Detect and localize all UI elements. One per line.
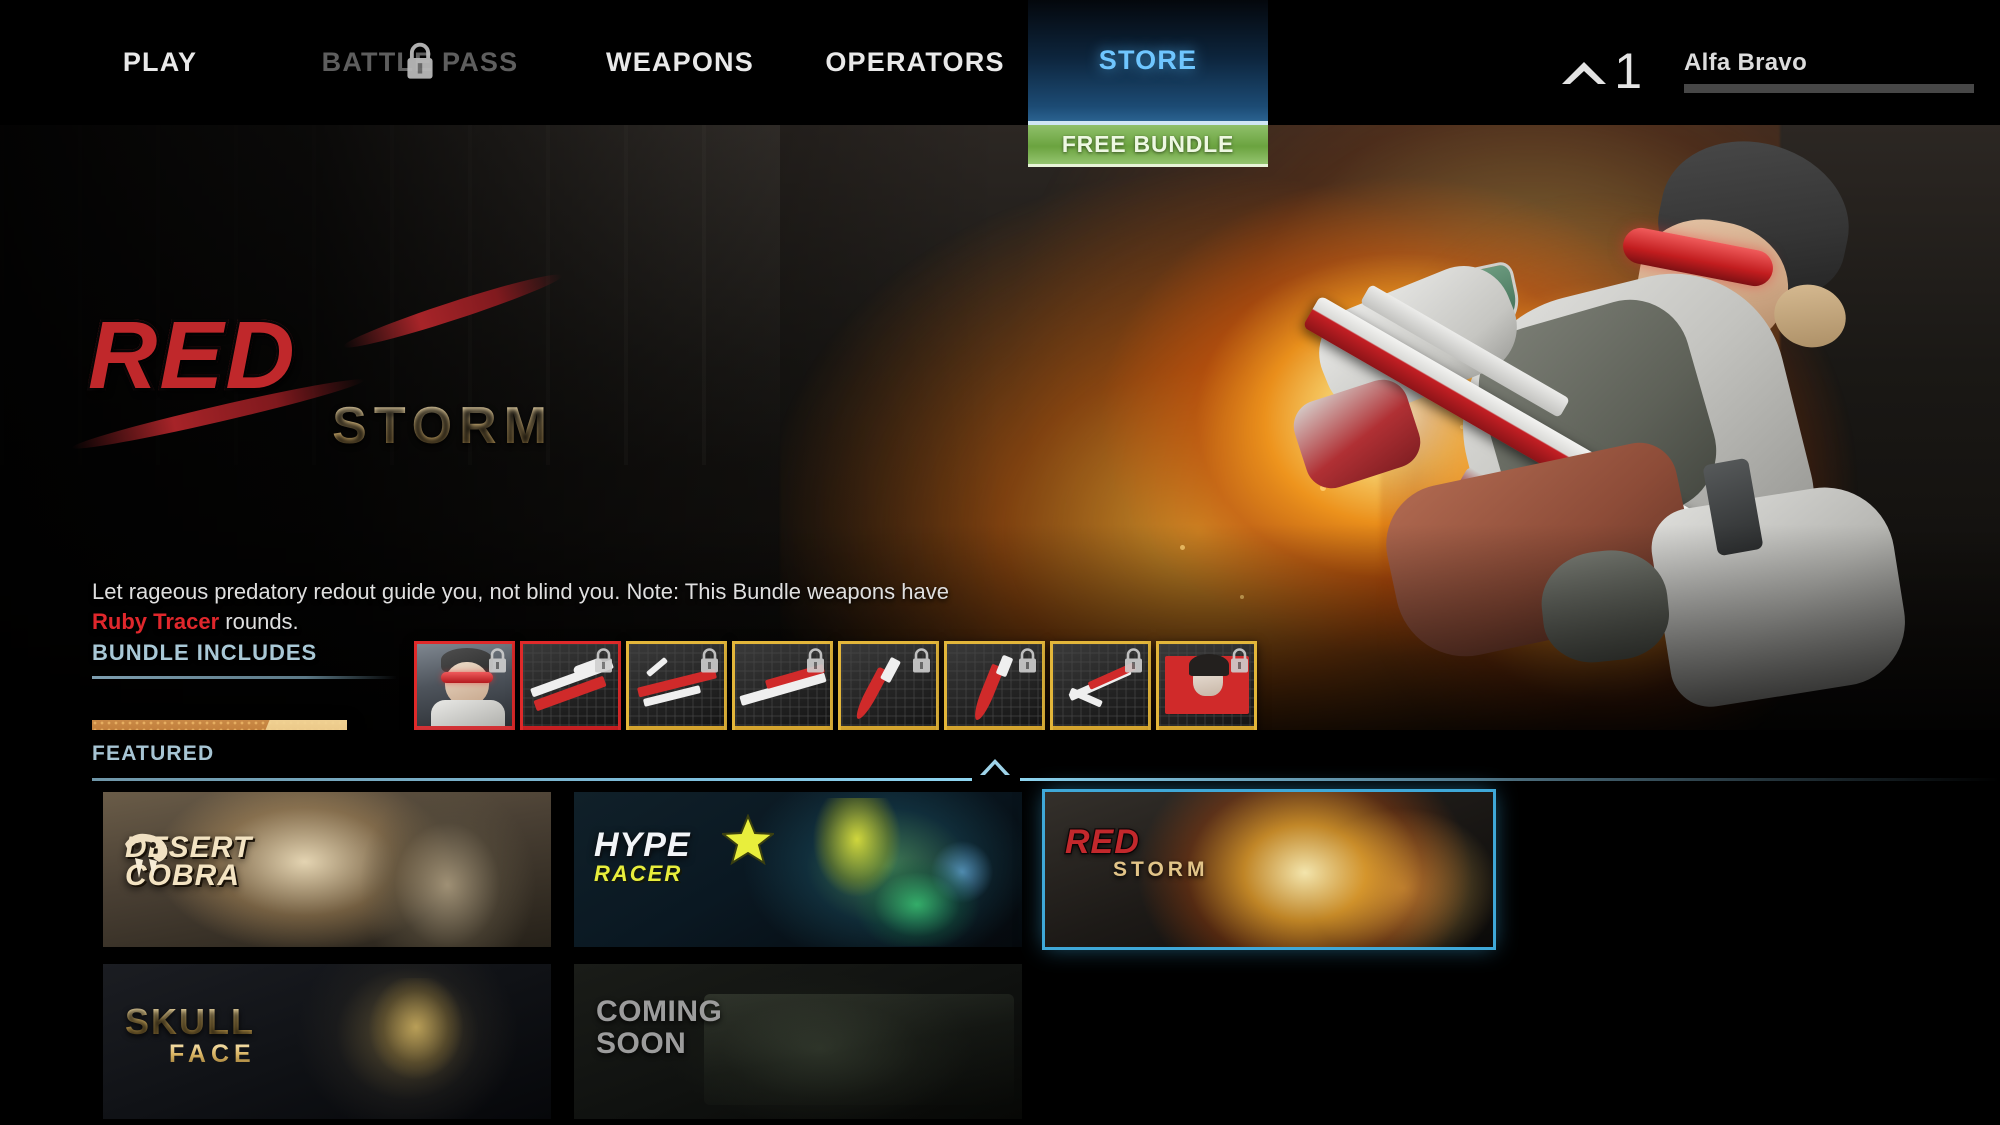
lock-icon <box>592 647 615 674</box>
featured-card-skull-face[interactable]: SKULL FACE <box>103 964 551 1119</box>
skull-face-title: SKULL FACE <box>125 1004 256 1069</box>
bundle-item-rarity-band <box>841 726 936 730</box>
lock-icon <box>595 648 612 673</box>
bundle-item-smg-skin[interactable] <box>732 641 833 730</box>
bundle-item-assault-rifle-skin[interactable] <box>626 641 727 730</box>
bundle-includes-divider <box>92 676 397 679</box>
nav-tab-store[interactable]: STORE <box>1028 0 1268 125</box>
nav-tab-label: PLAY <box>122 47 198 77</box>
nav-tab-label: WEAPONS <box>606 47 754 77</box>
nav-tab-label: STORE <box>1098 45 1198 75</box>
lock-icon <box>910 647 933 674</box>
logo-storm-text: STORM <box>332 397 554 455</box>
lock-icon <box>698 647 721 674</box>
open-bundle-label: OPEN BUNDLE <box>131 729 308 730</box>
bundle-item-rarity-band <box>1053 726 1148 730</box>
red-storm-title-line1: RED <box>1064 823 1140 861</box>
lock-icon <box>913 648 930 673</box>
player-rank: 1 <box>1558 46 1642 96</box>
chevron-rank-icon <box>1562 62 1607 84</box>
hype-racer-title: HYPE RACER <box>594 826 691 887</box>
top-navigation-bar: PLAY BATTLE PASS WEAPONS OPERATORS STORE 1 A… <box>0 0 2000 125</box>
coming-soon-title: COMING SOON <box>596 995 723 1061</box>
free-bundle-label: FREE BUNDLE <box>1061 131 1235 157</box>
lock-icon <box>804 647 827 674</box>
bundle-description: Let rageous predatory redout guide you, … <box>92 577 952 636</box>
nav-tab-label: OPERATORS <box>825 47 1005 77</box>
coming-soon-title-line2: SOON <box>596 1027 687 1061</box>
bundle-includes-label: BUNDLE INCLUDES <box>92 640 318 665</box>
player-rank-level: 1 <box>1614 43 1642 99</box>
nav-tab-weapons[interactable]: WEAPONS <box>570 0 790 125</box>
bundle-item-rarity-band <box>947 726 1042 730</box>
lock-icon <box>486 647 509 674</box>
nav-tab-battle-pass[interactable]: BATTLE PASS <box>290 0 550 125</box>
open-bundle-button[interactable]: OPEN BUNDLE <box>92 720 347 730</box>
hero-banner[interactable]: RED STORM Let rageous predatory redout g… <box>0 125 2000 730</box>
featured-section: FEATURED DESERT COBRA HYPE RACER RED STO… <box>0 730 2000 1125</box>
nav-items-container: PLAY BATTLE PASS WEAPONS OPERATORS STORE <box>0 0 1300 125</box>
description-line1: Let rageous predatory redout guide you, … <box>92 579 949 604</box>
free-bundle-button[interactable]: FREE BUNDLE <box>1028 125 1268 167</box>
hype-racer-title-line2: RACER <box>594 860 683 886</box>
featured-card-hype-racer[interactable]: HYPE RACER <box>574 792 1022 947</box>
lock-icon <box>1122 647 1145 674</box>
cobra-head-icon <box>125 833 168 878</box>
bundle-item-rarity-band <box>735 726 830 730</box>
skull-face-title-line1: SKULL <box>125 1001 255 1042</box>
star-icon <box>722 814 774 866</box>
bundle-item-combat-knife-skin[interactable] <box>838 641 939 730</box>
store-screen: RED STORM Let rageous predatory redout g… <box>0 0 2000 1125</box>
bundle-item-rarity-band <box>1159 726 1254 730</box>
lock-icon <box>407 42 433 79</box>
description-line2: rounds. <box>219 608 299 634</box>
featured-section-label: FEATURED <box>92 742 215 765</box>
bundle-item-rarity-band <box>523 726 618 730</box>
bundle-item-dagger-skin[interactable] <box>944 641 1045 730</box>
bundle-item-sniper-rifle-skin[interactable] <box>520 641 621 730</box>
bundle-logo: RED STORM <box>70 266 566 456</box>
featured-card-desert-cobra[interactable]: DESERT COBRA <box>103 792 551 947</box>
lock-icon <box>1231 648 1248 673</box>
lock-icon <box>489 648 506 673</box>
lock-icon <box>403 41 437 85</box>
featured-divider-right <box>1020 778 2000 781</box>
lock-icon <box>807 648 824 673</box>
lock-icon <box>1019 648 1036 673</box>
lock-icon <box>1125 648 1142 673</box>
player-name: Alfa Bravo <box>1684 49 1808 76</box>
red-storm-title: RED STORM <box>1064 823 1209 882</box>
red-storm-title-line2: STORM <box>1113 858 1209 882</box>
bundle-item-butterfly-knife-skin[interactable] <box>1050 641 1151 730</box>
featured-divider-left <box>92 778 972 781</box>
bundle-item-rarity-band <box>629 726 724 730</box>
nav-tab-operators[interactable]: OPERATORS <box>800 0 1030 125</box>
lock-icon <box>701 648 718 673</box>
bundle-item-operator-skin[interactable] <box>414 641 515 730</box>
lock-icon <box>1228 647 1251 674</box>
featured-card-coming-soon[interactable]: COMING SOON <box>574 964 1022 1119</box>
player-identity: Alfa Bravo <box>1684 49 1974 93</box>
lock-icon <box>1016 647 1039 674</box>
featured-card-red-storm[interactable]: RED STORM <box>1045 792 1493 947</box>
hype-racer-title-line1: HYPE <box>594 826 691 864</box>
skull-face-title-line2: FACE <box>169 1040 256 1068</box>
player-xp-bar <box>1684 84 1974 93</box>
ruby-tracer-highlight: Ruby Tracer <box>92 608 220 634</box>
bundle-item-rarity-band <box>417 726 512 730</box>
player-info-panel[interactable]: 1 Alfa Bravo <box>1558 40 1974 102</box>
bundle-items-row <box>414 641 1257 730</box>
chevron-up-icon[interactable] <box>978 754 1012 778</box>
coming-soon-title-line1: COMING <box>596 995 723 1028</box>
bundle-item-character-card[interactable] <box>1156 641 1257 730</box>
nav-tab-play[interactable]: PLAY <box>60 0 260 125</box>
